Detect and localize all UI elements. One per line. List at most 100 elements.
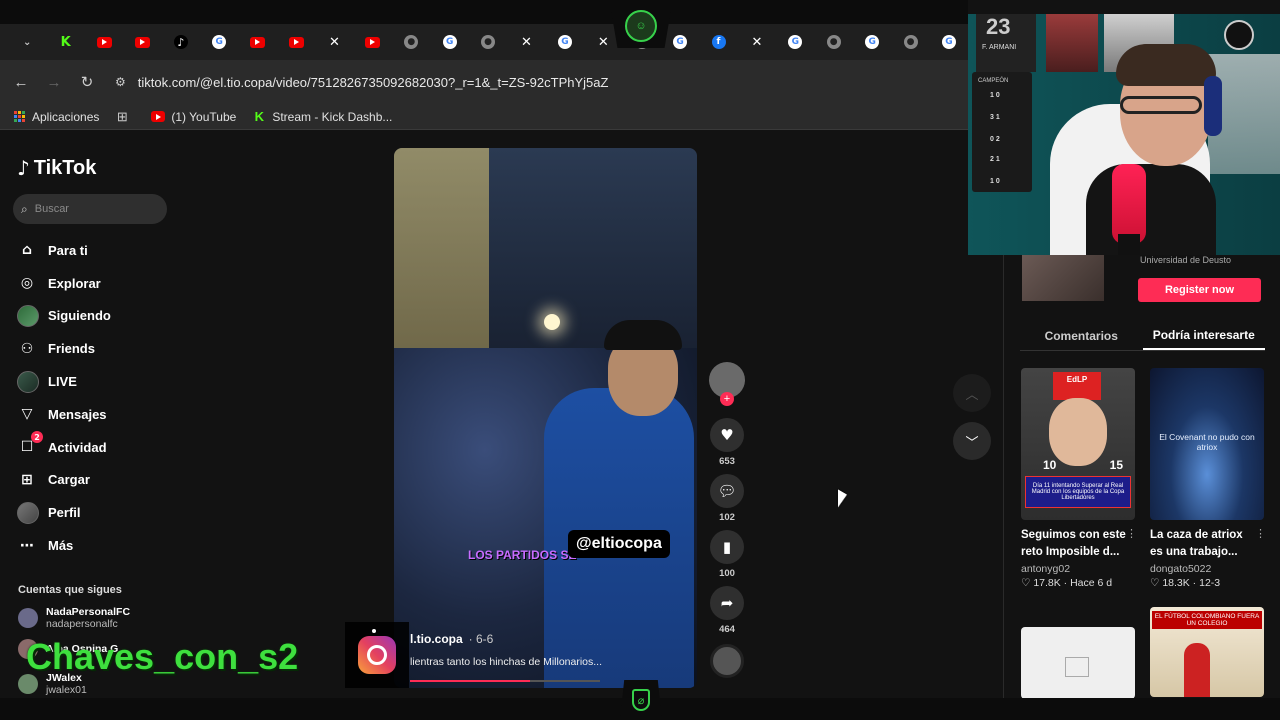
browser-tab[interactable] — [277, 28, 315, 56]
browser-tab[interactable]: ✕ — [315, 28, 353, 56]
register-now-button[interactable]: Register now — [1138, 278, 1261, 302]
save-action[interactable]: ▮ 100 — [707, 530, 747, 580]
video-progress-fill — [410, 680, 530, 682]
sound-disc-icon[interactable] — [710, 644, 744, 678]
upload-icon: ⊞ — [21, 471, 33, 488]
bookmark-kick[interactable]: K Stream - Kick Dashb... — [252, 109, 393, 124]
card-author[interactable]: antonyg02 — [1021, 563, 1135, 575]
recommended-video-card[interactable]: El Covenant no pudo con atriox La caza d… — [1150, 368, 1266, 589]
chevron-down-icon[interactable]: ﹀ — [953, 422, 991, 460]
instagram-badge — [345, 622, 409, 688]
browser-tab[interactable] — [123, 28, 161, 56]
bookmark-apps[interactable]: Aplicaciones — [12, 110, 99, 124]
heart-icon[interactable]: ♥ — [710, 418, 744, 452]
tab-comentarios[interactable]: Comentarios — [1020, 321, 1143, 350]
instagram-icon — [358, 629, 396, 674]
tiktok-logo-text: TikTok — [33, 156, 97, 179]
video-thumbnail[interactable]: EL FÚTBOL COLOMBIANO FUERA UN COLEGIO — [1150, 607, 1264, 697]
recommended-video-card[interactable]: EL FÚTBOL COLOMBIANO FUERA UN COLEGIO — [1150, 607, 1264, 697]
back-arrow-icon[interactable]: ← — [10, 71, 32, 93]
video-thumbnail[interactable]: El Covenant no pudo con atriox — [1150, 368, 1264, 520]
recommended-video-card[interactable]: EdLP 10 15 Día 11 intentando Superar al R… — [1021, 368, 1137, 589]
video-description[interactable]: lientras tanto los hinchas de Millonario… — [410, 656, 690, 668]
video-player[interactable]: LOS PARTIDOS SE @eltiocopa l.tio.copa · 6… — [394, 148, 697, 688]
sidebar-item-siguiendo[interactable]: Siguiendo — [17, 300, 111, 333]
more-options-icon[interactable]: ⋮ — [1126, 527, 1137, 540]
creator-avatar[interactable]: + — [709, 362, 745, 406]
bookmark-grid[interactable]: ⊞ — [115, 109, 135, 124]
browser-tab[interactable]: G — [853, 28, 891, 56]
browser-tab[interactable]: ● — [891, 28, 929, 56]
comment-action[interactable]: 💬︎ 102 — [707, 474, 747, 524]
browser-tab[interactable]: G — [546, 28, 584, 56]
sidebar-item-mensajes[interactable]: ▽ Mensajes — [17, 398, 111, 431]
video-thumbnail[interactable] — [1021, 627, 1135, 699]
site-settings-icon[interactable]: ⚙ — [115, 75, 126, 89]
bookmark-youtube[interactable]: (1) YouTube — [151, 110, 236, 124]
browser-tab[interactable]: ✕ — [507, 28, 545, 56]
ad-thumbnail[interactable] — [1022, 255, 1104, 301]
sidebar-item-perfil[interactable]: Perfil — [17, 496, 111, 529]
sidebar-item-para-ti[interactable]: ⌂ Para ti — [17, 234, 111, 267]
follow-plus-icon[interactable]: + — [720, 392, 734, 406]
stream-logo-bottom: ⌀ — [620, 680, 662, 720]
scoreboard-row: 0 2 — [990, 136, 1000, 143]
sidebar-item-label: Siguiendo — [48, 308, 111, 324]
browser-tab[interactable]: G — [776, 28, 814, 56]
browser-tab[interactable]: G — [430, 28, 468, 56]
headset — [1204, 76, 1222, 136]
friends-icon: ⚇ — [20, 340, 34, 357]
google-icon: G — [865, 35, 880, 49]
sidebar-item-mas[interactable]: ⋯ Más — [17, 529, 111, 562]
jersey-name: F. ARMANI — [982, 44, 1017, 51]
browser-tab[interactable] — [354, 28, 392, 56]
browser-tab[interactable] — [85, 28, 123, 56]
sidebar-item-friends[interactable]: ⚇ Friends — [17, 332, 111, 365]
bookmark-icon[interactable]: ▮ — [710, 530, 744, 564]
like-action[interactable]: ♥ 653 — [707, 418, 747, 468]
share-icon[interactable]: ➦ — [710, 586, 744, 620]
github-icon: ● — [404, 35, 419, 49]
kick-icon: K — [60, 34, 71, 50]
reload-icon[interactable]: ↻ — [76, 71, 98, 93]
bookmark-label: (1) YouTube — [171, 109, 237, 124]
sidebar-item-actividad[interactable]: ☐ 2 Actividad — [17, 431, 111, 464]
thumbnail-person — [1184, 643, 1210, 697]
video-author[interactable]: l.tio.copa · 6-6 — [410, 632, 690, 646]
card-title[interactable]: La caza de atriox es una trabajo... — [1150, 527, 1258, 561]
browser-tab[interactable]: ✕ — [738, 28, 776, 56]
browser-tab[interactable]: ● — [392, 28, 430, 56]
search-input[interactable]: ⌕ Buscar — [13, 194, 167, 224]
video-progress-bar[interactable] — [410, 680, 600, 682]
share-count: 464 — [719, 624, 735, 635]
sidebar-item-cargar[interactable]: ⊞ Cargar — [17, 464, 111, 497]
browser-tab[interactable]: K — [46, 28, 84, 56]
github-icon: ● — [826, 35, 841, 49]
sidebar-item-live[interactable]: LIVE — [17, 365, 111, 398]
browser-tab[interactable]: G — [200, 28, 238, 56]
browser-tab[interactable]: G — [930, 28, 968, 56]
more-options-icon[interactable]: ⋮ — [1255, 527, 1266, 540]
jersey-number: 23 — [986, 14, 1011, 39]
chevron-up-icon[interactable]: ︿ — [953, 374, 991, 412]
url-field[interactable]: ⚙ tiktok.com/@el.tio.copa/video/75128267… — [109, 66, 958, 98]
sidebar-item-explorar[interactable]: ◎ Explorar — [17, 267, 111, 300]
tiktok-logo[interactable]: ♪ TikTok — [17, 156, 96, 180]
share-action[interactable]: ➦ 464 — [707, 586, 747, 636]
video-thumbnail[interactable]: EdLP 10 15 Día 11 intentando Superar al R… — [1021, 368, 1135, 520]
recommended-video-card[interactable] — [1021, 627, 1135, 699]
browser-tab[interactable]: ♪ — [162, 28, 200, 56]
browser-tab[interactable] — [238, 28, 276, 56]
browser-tab[interactable]: ● — [469, 28, 507, 56]
browser-tab[interactable]: ⌄ — [8, 28, 46, 56]
browser-tab[interactable]: ● — [815, 28, 853, 56]
streamer-name-overlay: Chaves_con_s2 — [26, 636, 299, 677]
forward-arrow-icon[interactable]: → — [43, 71, 65, 93]
browser-tab[interactable]: f — [699, 28, 737, 56]
notification-badge: 2 — [31, 431, 43, 444]
comment-icon[interactable]: 💬︎ — [710, 474, 744, 508]
thumbnail-badge: EdLP — [1053, 372, 1101, 400]
card-author[interactable]: dongato5022 — [1150, 563, 1264, 575]
card-title[interactable]: Seguimos con este reto Imposible d... — [1021, 527, 1129, 561]
tab-podria-interesarte[interactable]: Podría interesarte — [1142, 321, 1265, 350]
